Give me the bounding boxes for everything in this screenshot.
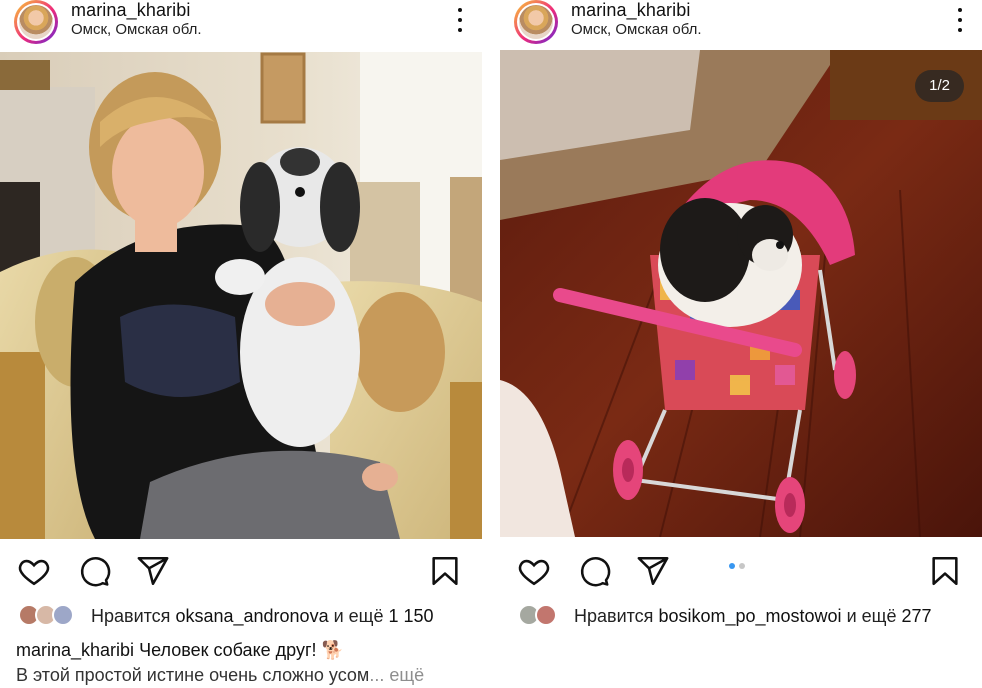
caption-line2: В этой простой истине очень сложно усом: [16, 665, 370, 685]
likes-user-link[interactable]: bosikom_po_mostowoi: [658, 606, 841, 626]
location[interactable]: Омск, Омская обл.: [571, 21, 702, 38]
action-bar: [0, 548, 482, 592]
heart-icon[interactable]: [17, 554, 51, 588]
more-options-icon[interactable]: [956, 8, 964, 32]
likes-row: Нравится oksana_andronova и ещё 1 150: [0, 600, 482, 630]
divider: [482, 0, 500, 688]
avatar-photo: [519, 5, 553, 39]
heart-icon[interactable]: [517, 554, 551, 588]
post-header: marina_kharibi Омск, Омская обл.: [500, 0, 982, 52]
more-link[interactable]: ещё: [389, 665, 424, 685]
photo-dog-in-stroller: [500, 50, 982, 537]
likes-and: и ещё: [333, 606, 384, 626]
more-options-icon[interactable]: [456, 8, 464, 32]
bookmark-icon[interactable]: [928, 554, 962, 588]
comment-icon[interactable]: [577, 554, 611, 588]
username[interactable]: marina_kharibi: [571, 0, 690, 21]
likes-row: Нравится bosikom_po_mostowoi и ещё 277: [500, 600, 982, 630]
liker-avatar[interactable]: [535, 604, 557, 626]
likes-prefix: Нравится: [91, 606, 171, 626]
caption-text: Человек собаке друг! 🐕: [139, 640, 344, 660]
carousel-dots: [729, 563, 753, 571]
action-bar: [500, 548, 982, 592]
avatar[interactable]: [514, 0, 558, 44]
caption: marina_kharibi Человек собаке друг! 🐕: [16, 640, 344, 661]
bookmark-icon[interactable]: [428, 554, 462, 588]
share-icon[interactable]: [636, 554, 670, 588]
carousel-counter: 1/2: [915, 70, 964, 102]
post-card-left: marina_kharibi Омск, Омская обл. Нравитс…: [0, 0, 482, 688]
caption-second-line: В этой простой истине очень сложно усом.…: [16, 665, 424, 686]
post-card-right: marina_kharibi Омск, Омская обл. 1/2 Нра…: [500, 0, 982, 688]
post-photo[interactable]: 1/2: [500, 50, 982, 537]
carousel-dot: [739, 563, 745, 569]
likes-prefix: Нравится: [574, 606, 654, 626]
likes-count[interactable]: 1 150: [389, 606, 434, 626]
carousel-dot-active: [729, 563, 735, 569]
caption-ellipsis: ...: [369, 665, 385, 685]
share-icon[interactable]: [136, 554, 170, 588]
photo-woman-with-dog: [0, 52, 482, 539]
likes-text[interactable]: Нравится oksana_andronova и ещё 1 150: [91, 606, 434, 627]
caption-username[interactable]: marina_kharibi: [16, 640, 134, 660]
avatar-photo: [19, 5, 53, 39]
liker-avatar[interactable]: [52, 604, 74, 626]
likes-and: и ещё: [846, 606, 897, 626]
likes-text[interactable]: Нравится bosikom_po_mostowoi и ещё 277: [574, 606, 932, 627]
comment-icon[interactable]: [77, 554, 111, 588]
post-photo[interactable]: [0, 52, 482, 539]
likes-user-link[interactable]: oksana_andronova: [175, 606, 328, 626]
likes-count[interactable]: 277: [901, 606, 931, 626]
post-header: marina_kharibi Омск, Омская обл.: [0, 0, 482, 52]
username[interactable]: marina_kharibi: [71, 0, 190, 21]
location[interactable]: Омск, Омская обл.: [71, 21, 202, 38]
avatar[interactable]: [14, 0, 58, 44]
